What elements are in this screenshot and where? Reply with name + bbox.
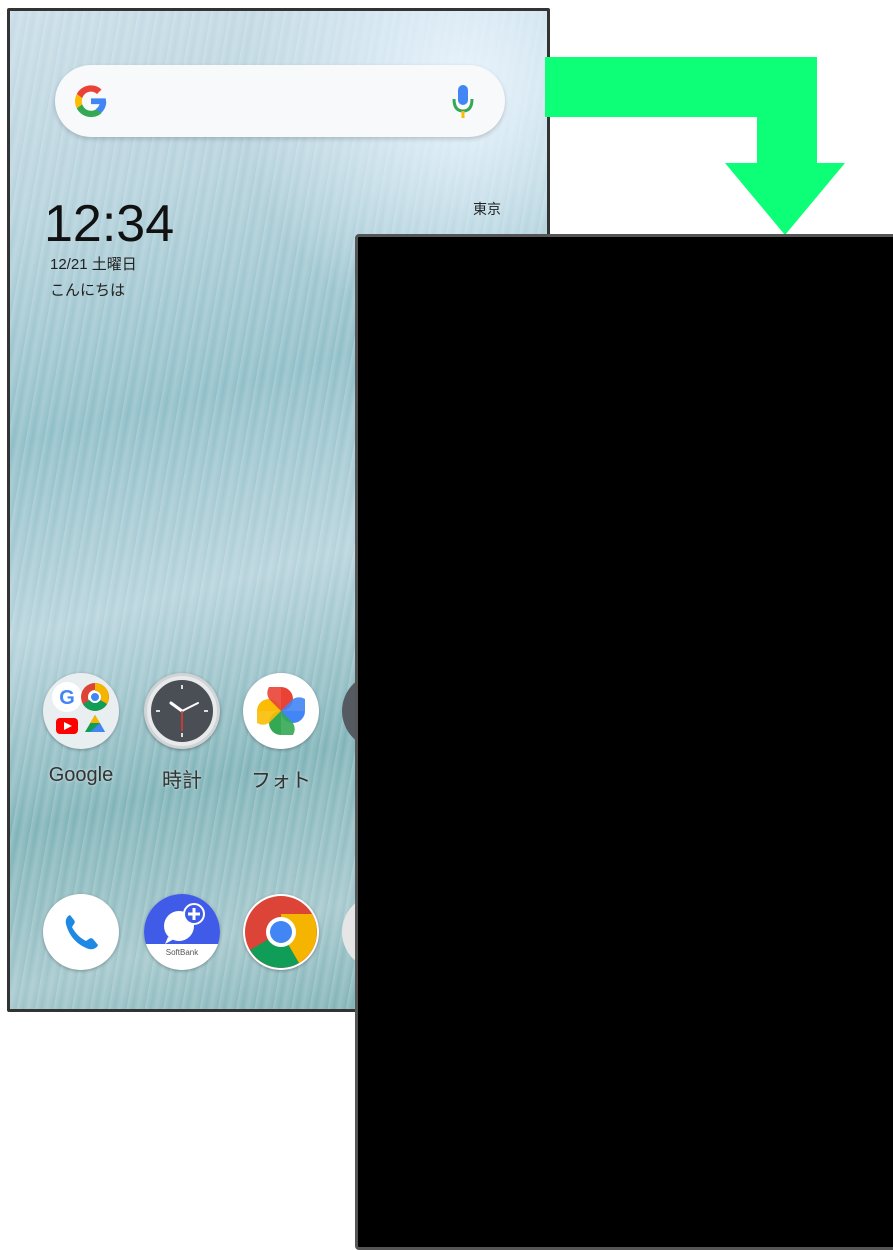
google-g-icon <box>75 85 107 117</box>
weather-city[interactable]: 東京 <box>473 199 501 219</box>
app-label-photos: フォト <box>251 770 311 792</box>
clock-date: 12/21 土曜日 <box>50 256 137 273</box>
app-label-google: Google <box>48 764 114 786</box>
blank-screen-panel <box>355 234 893 1250</box>
chrome-app[interactable] <box>243 894 319 970</box>
clock-time[interactable]: 12:34 <box>44 194 174 254</box>
softbank-message-plus-icon <box>144 894 220 944</box>
app-label-clock: 時計 <box>162 770 202 792</box>
google-search-bar[interactable] <box>55 65 505 137</box>
clock-app[interactable] <box>144 673 220 749</box>
google-folder[interactable]: G <box>43 673 119 749</box>
greeting-text: こんにちは <box>50 282 126 299</box>
photos-icon <box>257 687 305 735</box>
phone-app[interactable] <box>43 894 119 970</box>
svg-text:G: G <box>59 687 75 709</box>
photos-app[interactable] <box>243 673 319 749</box>
phone-icon <box>65 915 98 950</box>
arrow-down-icon <box>545 57 845 235</box>
microphone-icon[interactable] <box>451 83 475 121</box>
google-folder-icon: G <box>52 682 109 734</box>
softbank-sublabel: SoftBank <box>165 948 199 957</box>
clock-icon <box>147 676 217 746</box>
softbank-message-app[interactable]: SoftBank <box>144 894 220 970</box>
chrome-icon <box>245 896 317 968</box>
